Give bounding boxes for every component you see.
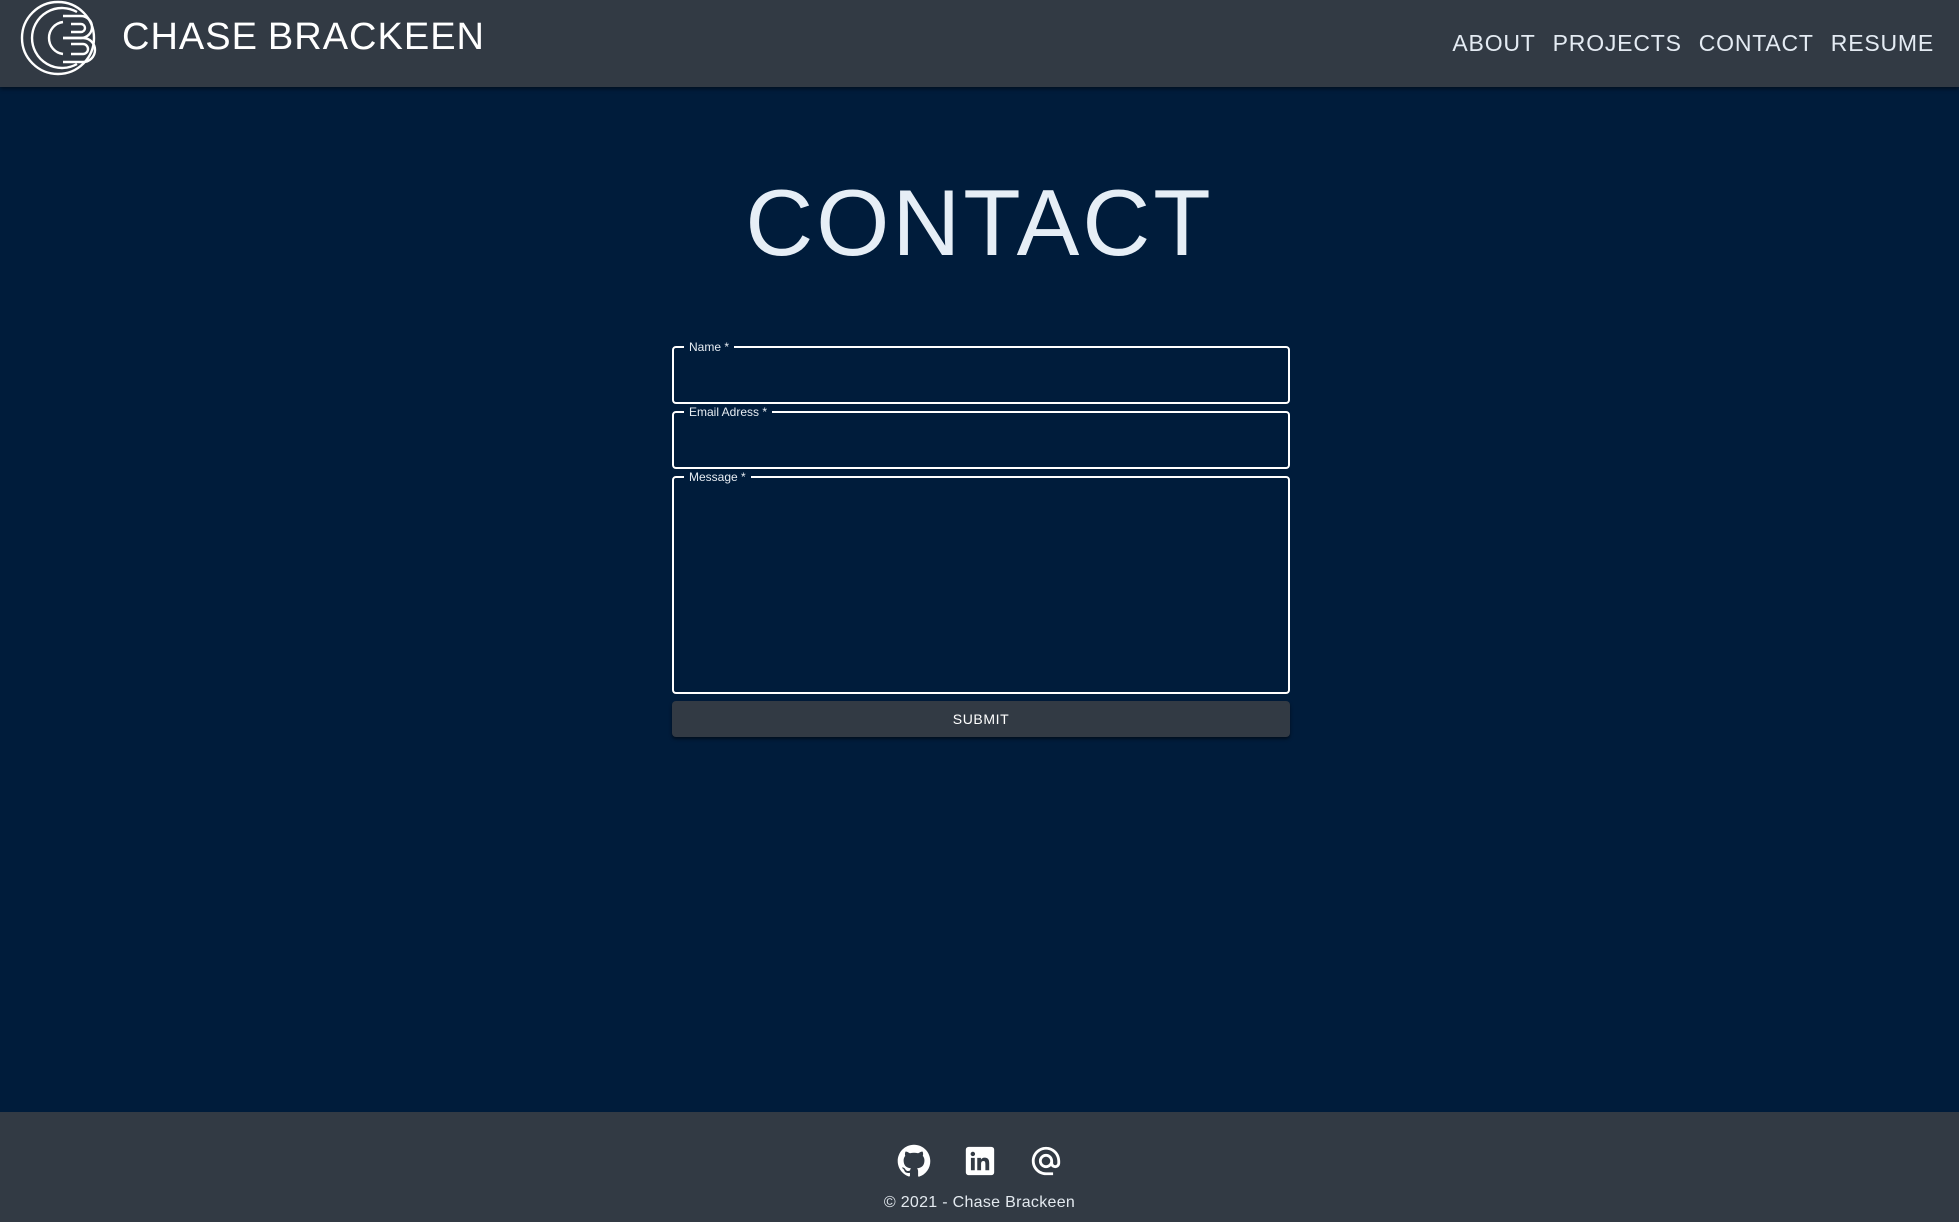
contact-form: Name * Email Adress * Message * SUBMIT bbox=[672, 339, 1290, 737]
submit-button[interactable]: SUBMIT bbox=[672, 701, 1290, 737]
message-field: Message * bbox=[672, 469, 1290, 694]
linkedin-icon bbox=[965, 1146, 994, 1176]
copyright-text: © 2021 - Chase Brackeen bbox=[883, 1194, 1076, 1211]
name-input[interactable] bbox=[674, 348, 1288, 402]
header: CHASE BRACKEEN ABOUT PROJECTS CONTACT RES… bbox=[0, 0, 1959, 87]
email-input[interactable] bbox=[674, 413, 1288, 467]
linkedin-link[interactable] bbox=[963, 1144, 997, 1178]
email-link[interactable] bbox=[1029, 1144, 1063, 1178]
main-nav: ABOUT PROJECTS CONTACT RESUME bbox=[1452, 27, 1934, 59]
nav-link-projects[interactable]: PROJECTS bbox=[1553, 27, 1682, 59]
social-links bbox=[0, 1144, 1959, 1178]
email-field-label: Email Adress * bbox=[684, 404, 773, 420]
name-field: Name * bbox=[672, 339, 1290, 404]
brand-first-name: CHASE bbox=[122, 15, 258, 58]
nav-link-about[interactable]: ABOUT bbox=[1452, 27, 1535, 59]
message-field-label: Message * bbox=[684, 469, 751, 485]
brand-home-link[interactable]: CHASE BRACKEEN bbox=[19, 0, 485, 78]
message-textarea[interactable] bbox=[674, 478, 1288, 692]
brand-last-name: BRACKEEN bbox=[267, 15, 485, 58]
cb-logo-icon bbox=[20, 0, 97, 76]
nav-link-resume[interactable]: RESUME bbox=[1831, 27, 1934, 59]
name-field-label: Name * bbox=[684, 339, 735, 355]
page: CHASE BRACKEEN ABOUT PROJECTS CONTACT RES… bbox=[0, 0, 1959, 1222]
brand-name: CHASE BRACKEEN bbox=[122, 18, 485, 56]
nav-link-contact[interactable]: CONTACT bbox=[1699, 27, 1814, 59]
email-field: Email Adress * bbox=[672, 404, 1290, 469]
page-title: CONTACT bbox=[745, 170, 1214, 275]
github-link[interactable] bbox=[897, 1144, 931, 1178]
email-at-icon bbox=[1031, 1146, 1060, 1176]
github-icon bbox=[897, 1144, 930, 1177]
